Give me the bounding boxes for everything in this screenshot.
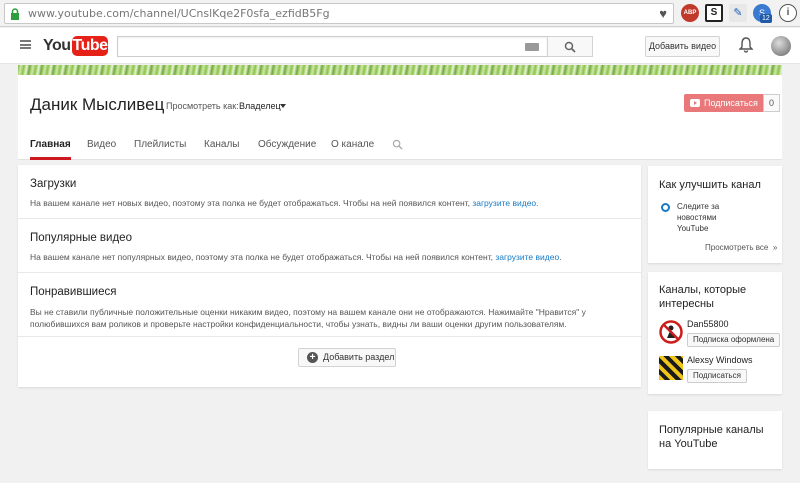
tab-playlists[interactable]: Плейлисты — [134, 135, 186, 160]
channel-name-link[interactable]: Dan55800 — [687, 319, 729, 329]
double-chevron-icon: » — [772, 243, 778, 252]
heart-icon[interactable]: ♥ — [659, 6, 667, 21]
adblock-icon[interactable]: ABP — [681, 4, 699, 22]
radio-button[interactable] — [661, 203, 670, 212]
bell-icon[interactable] — [739, 37, 753, 53]
info-icon[interactable]: i — [779, 4, 797, 22]
section-popular: Популярные видео На вашем канале нет поп… — [18, 219, 641, 273]
section-message: На вашем канале нет новых видео, поэтому… — [30, 198, 539, 208]
improve-channel-card: Как улучшить канал Следите за новостями … — [648, 166, 782, 263]
subscribe-button[interactable]: Подписаться — [684, 94, 763, 112]
channel-name: Даник Мысливец — [30, 95, 165, 114]
popular-channels-card: Популярные каналы на YouTube — [648, 411, 782, 469]
section-liked: Понравившиеся Вы не ставили публичные по… — [18, 273, 641, 337]
channel-banner — [18, 65, 782, 75]
channel-avatar-icon[interactable] — [659, 320, 683, 344]
section-uploads: Загрузки На вашем канале нет новых видео… — [18, 165, 641, 219]
upload-button[interactable]: Добавить видео — [645, 36, 720, 57]
address-bar[interactable]: www.youtube.com/channel/UCnslKqe2F0sfa_e… — [4, 3, 674, 24]
section-title: Популярные видео — [30, 232, 132, 244]
upload-video-link[interactable]: загрузите видео — [495, 252, 559, 262]
section-title: Загрузки — [30, 178, 77, 190]
see-all-link[interactable]: Просмотреть все » — [705, 243, 777, 252]
channel-avatar-icon[interactable] — [659, 356, 683, 380]
extension-badge: 12 — [760, 14, 772, 23]
upload-video-link[interactable]: загрузите видео — [472, 198, 536, 208]
view-as-dropdown[interactable]: Владелец — [239, 101, 281, 111]
add-section-button[interactable]: + Добавить раздел — [298, 348, 396, 367]
tab-home[interactable]: Главная — [30, 135, 71, 160]
avatar[interactable] — [771, 36, 791, 56]
tab-videos[interactable]: Видео — [87, 135, 116, 160]
channel-search-icon[interactable] — [392, 139, 403, 150]
card-title: Популярные каналы на YouTube — [659, 424, 764, 450]
card-title: Каналы, которые интересны — [659, 284, 747, 310]
youtube-play-icon — [690, 99, 700, 107]
pen-icon[interactable]: ✎ — [729, 4, 747, 22]
menu-icon[interactable] — [20, 40, 31, 49]
tab-channels[interactable]: Каналы — [204, 135, 240, 160]
subscribe-widget: Подписаться 0 — [684, 94, 780, 112]
search-icon — [564, 41, 576, 53]
section-message-line1: Вы не ставили публичные положительные оц… — [30, 307, 586, 317]
search-button[interactable] — [547, 36, 593, 57]
url-text: www.youtube.com/channel/UCnslKqe2F0sfa_e… — [28, 7, 330, 20]
search-input[interactable] — [117, 36, 548, 57]
subscribe-button[interactable]: Подписаться — [687, 369, 747, 383]
tab-discussion[interactable]: Обсуждение — [258, 135, 316, 160]
keyboard-icon[interactable] — [525, 43, 539, 51]
chevron-down-icon[interactable] — [280, 104, 286, 108]
youtube-header: You Tube BY Добавить видео — [0, 28, 800, 64]
interesting-channels-card: Каналы, которые интересны Dan55800 Подпи… — [648, 272, 782, 394]
card-title: Как улучшить канал — [659, 179, 761, 191]
follow-news-link[interactable]: Следите за новостями YouTube — [677, 201, 719, 234]
main-content: Загрузки На вашем канале нет новых видео… — [18, 165, 641, 387]
plus-icon: + — [307, 352, 318, 363]
lock-icon — [11, 8, 19, 20]
tab-about[interactable]: О канале — [331, 135, 374, 160]
subscribed-button[interactable]: Подписка оформлена — [687, 333, 781, 347]
view-as-label: Просмотреть как: — [166, 101, 239, 111]
browser-toolbar: www.youtube.com/channel/UCnslKqe2F0sfa_e… — [0, 0, 800, 27]
channel-name-link[interactable]: Alexsy Windows — [687, 355, 753, 365]
section-message: На вашем канале нет популярных видео, по… — [30, 252, 562, 262]
subscriber-count: 0 — [763, 94, 780, 112]
section-message-line2: полюбившихся вам роликов и проверьте нас… — [30, 319, 567, 329]
channel-header: Даник Мысливец Просмотреть как: Владелец… — [18, 75, 782, 160]
section-title: Понравившиеся — [30, 286, 117, 298]
s-extension-icon[interactable]: S — [705, 4, 723, 22]
